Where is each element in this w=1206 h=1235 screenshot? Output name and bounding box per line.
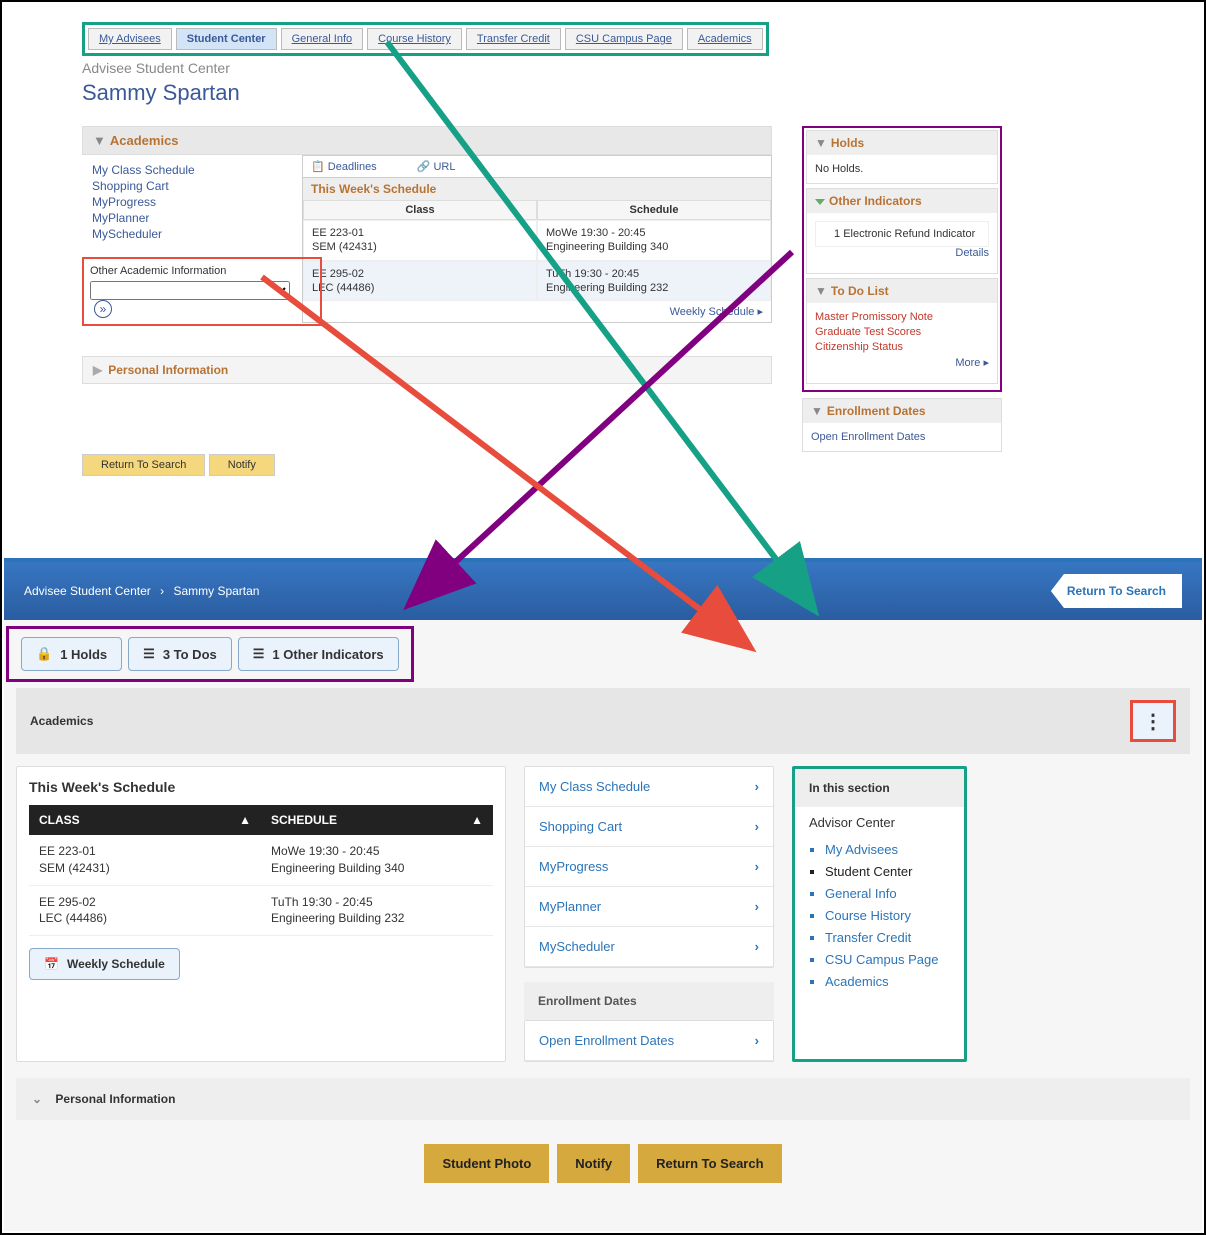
breadcrumb: Advisee Student Center › Sammy Spartan (24, 584, 259, 598)
section-link-csu-campus-page[interactable]: CSU Campus Page (825, 952, 950, 967)
return-to-search-button[interactable]: Return To Search (82, 454, 205, 476)
notify-button[interactable]: Notify (557, 1144, 630, 1183)
enroll-heading[interactable]: ▼Enrollment Dates (803, 399, 1001, 423)
link-myscheduler[interactable]: MyScheduler (92, 227, 292, 241)
chevron-right-icon: › (755, 859, 759, 874)
table-row: EE 223-01SEM (42431)MoWe 19:30 - 20:45En… (29, 835, 493, 886)
todo-more-link[interactable]: More ▸ (955, 356, 989, 369)
in-this-section: In this section Advisor Center My Advise… (792, 766, 967, 1062)
link-myplanner[interactable]: MyPlanner› (525, 887, 773, 927)
section-link-course-history[interactable]: Course History (825, 908, 950, 923)
link-shopping-cart[interactable]: Shopping Cart› (525, 807, 773, 847)
url-link[interactable]: 🔗 URL (417, 160, 456, 173)
chevron-right-icon: › (755, 779, 759, 794)
chevron-right-icon: › (755, 939, 759, 954)
return-to-search-button[interactable]: Return To Search (638, 1144, 781, 1183)
tab-csu-campus-page[interactable]: CSU Campus Page (565, 28, 683, 50)
tab-general-info[interactable]: General Info (281, 28, 364, 50)
side-panel: ▼Holds No Holds. Other Indicators 1 Elec… (802, 126, 1002, 392)
academics-heading[interactable]: ▼Academics (82, 126, 772, 155)
todo-heading[interactable]: ▼To Do List (807, 279, 997, 303)
breadcrumb-root[interactable]: Advisee Student Center (24, 584, 151, 598)
section-link-student-center[interactable]: Student Center (825, 864, 950, 879)
academics-section-title: Academics (30, 714, 93, 728)
tab-course-history[interactable]: Course History (367, 28, 462, 50)
go-button[interactable]: » (94, 300, 112, 318)
page-title: Advisee Student Center (82, 60, 1124, 76)
pill-1-other-indicators[interactable]: ☰1 Other Indicators (238, 637, 399, 671)
mid-links: My Class Schedule›Shopping Cart›MyProgre… (524, 766, 774, 968)
chevron-right-icon: › (755, 1033, 759, 1048)
deadlines-link[interactable]: 📋 Deadlines (311, 160, 377, 173)
pill-3-to-dos[interactable]: ☰3 To Dos (128, 637, 232, 671)
weekly-schedule-button[interactable]: 📅 Weekly Schedule (29, 948, 180, 980)
link-my-class-schedule[interactable]: My Class Schedule› (525, 767, 773, 807)
section-link-academics[interactable]: Academics (825, 974, 950, 989)
sort-icon[interactable]: ▲ (471, 813, 483, 827)
notify-button[interactable]: Notify (209, 454, 275, 476)
table-row: EE 295-02LEC (44486)TuTh 19:30 - 20:45En… (29, 886, 493, 937)
schedule-col-header: Schedule (537, 200, 771, 220)
personal-info-heading[interactable]: ▶Personal Information (82, 356, 772, 384)
this-week-title-lower: This Week's Schedule (29, 779, 493, 795)
related-actions-box: ⋮ (1130, 700, 1176, 742)
academics-links: My Class Schedule Shopping Cart MyProgress… (82, 155, 292, 243)
in-this-section-heading: In this section (795, 769, 964, 807)
tab-transfer-credit[interactable]: Transfer Credit (466, 28, 561, 50)
schedule-box: 📋 Deadlines 🔗 URL This Week's Schedule C… (302, 155, 772, 323)
indicator-item: Electronic Refund Indicator (843, 228, 975, 240)
pill-1-holds[interactable]: 🔒1 Holds (21, 637, 122, 671)
link-myprogress[interactable]: MyProgress (92, 195, 292, 209)
todo-item[interactable]: Master Promissory Note (815, 311, 989, 323)
schedule-row: EE 223-01SEM (42431)MoWe 19:30 - 20:45En… (303, 220, 771, 261)
section-link-transfer-credit[interactable]: Transfer Credit (825, 930, 950, 945)
tab-academics[interactable]: Academics (687, 28, 763, 50)
other-indicators-heading[interactable]: Other Indicators (807, 189, 997, 213)
link-myscheduler[interactable]: MyScheduler› (525, 927, 773, 967)
other-academic-box: Other Academic Information » (82, 257, 322, 326)
open-enrollment-link[interactable]: Open Enrollment Dates › (525, 1021, 773, 1061)
enrollment-dates-label: Enrollment Dates (524, 982, 774, 1020)
student-photo-button[interactable]: Student Photo (424, 1144, 549, 1183)
week-schedule-card: This Week's Schedule CLASS▲ SCHEDULE▲ EE… (16, 766, 506, 1062)
class-col-header: Class (303, 200, 537, 220)
other-academic-label: Other Academic Information (90, 265, 314, 277)
other-academic-select[interactable] (90, 281, 290, 300)
dots-icon[interactable]: ⋮ (1143, 709, 1163, 734)
personal-info-lower[interactable]: ⌄ Personal Information (16, 1078, 1190, 1120)
in-this-section-sub: Advisor Center (795, 807, 964, 838)
tab-student-center[interactable]: Student Center (176, 28, 277, 50)
chevron-right-icon: › (755, 899, 759, 914)
todo-item[interactable]: Graduate Test Scores (815, 326, 989, 338)
weekly-schedule-link[interactable]: Weekly Schedule ▸ (303, 301, 771, 322)
this-week-title: This Week's Schedule (303, 177, 771, 200)
tab-my-advisees[interactable]: My Advisees (88, 28, 172, 50)
status-pills: 🔒1 Holds☰3 To Dos☰1 Other Indicators (6, 626, 414, 682)
details-link[interactable]: Details (955, 247, 989, 259)
return-to-search-top[interactable]: Return To Search (1051, 574, 1182, 608)
holds-body: No Holds. (807, 155, 997, 183)
link-my-class-schedule[interactable]: My Class Schedule (92, 163, 292, 177)
enroll-link[interactable]: Open Enrollment Dates (811, 431, 925, 443)
chevron-right-icon: › (755, 819, 759, 834)
section-link-my-advisees[interactable]: My Advisees (825, 842, 950, 857)
holds-heading[interactable]: ▼Holds (807, 131, 997, 155)
schedule-row: EE 295-02LEC (44486)TuTh 19:30 - 20:45En… (303, 261, 771, 302)
student-name: Sammy Spartan (82, 80, 1124, 106)
link-myplanner[interactable]: MyPlanner (92, 211, 292, 225)
link-shopping-cart[interactable]: Shopping Cart (92, 179, 292, 193)
blue-bar: Advisee Student Center › Sammy Spartan R… (4, 562, 1202, 620)
todo-item[interactable]: Citizenship Status (815, 341, 989, 353)
link-myprogress[interactable]: MyProgress› (525, 847, 773, 887)
calendar-icon: 📅 (44, 957, 59, 971)
chevron-down-icon: ⌄ (32, 1092, 42, 1106)
breadcrumb-current: Sammy Spartan (173, 584, 259, 598)
section-link-general-info[interactable]: General Info (825, 886, 950, 901)
sort-icon[interactable]: ▲ (239, 813, 251, 827)
top-tabs: My AdviseesStudent CenterGeneral InfoCou… (82, 22, 769, 56)
